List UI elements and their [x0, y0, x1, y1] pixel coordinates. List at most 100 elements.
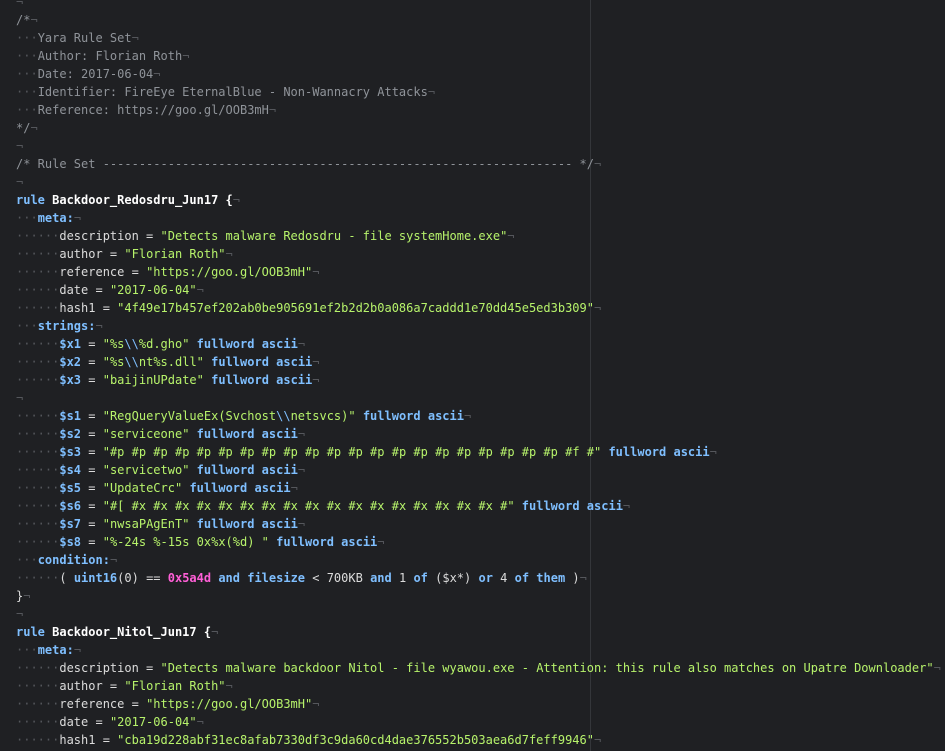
- code-line[interactable]: ······hash1 = "cba19d228abf31ec8afab7330…: [0, 731, 945, 749]
- whitespace-marker: ······: [16, 283, 60, 297]
- code-keyword: and filesize: [211, 571, 306, 585]
- code-line[interactable]: ···meta:¬: [0, 641, 945, 659]
- code-line[interactable]: ······$s3 = "#p #p #p #p #p #p #p #p #p …: [0, 443, 945, 461]
- code-line[interactable]: ···Author: Florian Roth¬: [0, 47, 945, 65]
- whitespace-marker: ······: [16, 355, 60, 369]
- code-line[interactable]: ¬: [0, 137, 945, 155]
- code-text: (: [59, 571, 74, 585]
- code-keyword: fullword ascii: [355, 409, 464, 423]
- eol-marker: ¬: [268, 103, 277, 117]
- code-line[interactable]: /* Rule Set ----------------------------…: [0, 155, 945, 173]
- code-text: < 700KB: [305, 571, 371, 585]
- code-comment: Author: Florian Roth: [37, 49, 183, 63]
- code-keyword: fullword ascii: [203, 355, 313, 369]
- code-line[interactable]: ¬: [0, 0, 945, 11]
- code-keyword: or: [478, 571, 493, 585]
- code-string: "2017-06-04": [109, 283, 197, 297]
- code-line[interactable]: ···strings:¬: [0, 317, 945, 335]
- code-text: =: [81, 535, 103, 549]
- code-line[interactable]: ¬: [0, 389, 945, 407]
- code-line[interactable]: ···Date: 2017-06-04¬: [0, 65, 945, 83]
- code-text: description =: [59, 229, 161, 243]
- code-line[interactable]: ······$s2 = "serviceone" fullword ascii¬: [0, 425, 945, 443]
- code-text: =: [81, 481, 103, 495]
- code-variable: $s7: [59, 517, 82, 531]
- code-line[interactable]: ······$s7 = "nwsaPAgEnT" fullword ascii¬: [0, 515, 945, 533]
- code-line[interactable]: ······$x2 = "%s\\nt%s.dll" fullword asci…: [0, 353, 945, 371]
- whitespace-marker: ···: [16, 553, 38, 567]
- whitespace-marker: ······: [16, 337, 60, 351]
- code-line[interactable]: ······$s1 = "RegQueryValueEx(Svchost\\ne…: [0, 407, 945, 425]
- eol-marker: ¬: [297, 337, 306, 351]
- code-line[interactable]: ···condition:¬: [0, 551, 945, 569]
- code-line[interactable]: */¬: [0, 119, 945, 137]
- code-editor[interactable]: ¬/*¬ ···Yara Rule Set¬ ···Author: Florian …: [0, 0, 945, 751]
- code-line[interactable]: ······$s6 = "#[ #x #x #x #x #x #x #x #x …: [0, 497, 945, 515]
- code-comment: Identifier: FireEye EternalBlue - Non-Wa…: [37, 85, 428, 99]
- whitespace-marker: ······: [16, 373, 60, 387]
- code-line[interactable]: ······author = "Florian Roth"¬: [0, 677, 945, 695]
- code-string: "Florian Roth": [124, 679, 226, 693]
- code-string: "%-24s %-15s 0x%x(%d) ": [102, 535, 269, 549]
- whitespace-marker: ······: [16, 715, 60, 729]
- code-string: "Florian Roth": [124, 247, 226, 261]
- code-line[interactable]: ······hash1 = "4f49e17b457ef202ab0be9056…: [0, 299, 945, 317]
- code-rule-name: Backdoor_Redosdru_Jun17 {: [44, 193, 233, 207]
- code-line[interactable]: ···Yara Rule Set¬: [0, 29, 945, 47]
- code-line[interactable]: ······$s8 = "%-24s %-15s 0x%x(%d) " full…: [0, 533, 945, 551]
- code-string: "2017-06-04": [109, 715, 197, 729]
- code-text: =: [81, 427, 103, 441]
- eol-marker: ¬: [30, 121, 38, 135]
- code-line[interactable]: ······reference = "https://goo.gl/OOB3mH…: [0, 263, 945, 281]
- eol-marker: ¬: [427, 85, 436, 99]
- code-escape: \\: [124, 337, 139, 351]
- code-line[interactable]: ···Identifier: FireEye EternalBlue - Non…: [0, 83, 945, 101]
- code-line[interactable]: ······$x1 = "%s\\%d.gho" fullword ascii¬: [0, 335, 945, 353]
- code-number: 0x5a4d: [167, 571, 212, 585]
- eol-marker: ¬: [933, 661, 941, 675]
- code-text: =: [81, 463, 103, 477]
- code-text: author =: [59, 247, 125, 261]
- code-line[interactable]: ···meta:¬: [0, 209, 945, 227]
- code-variable: $s3: [59, 445, 82, 459]
- code-text: =: [81, 409, 103, 423]
- eol-marker: ¬: [622, 499, 631, 513]
- code-string: "#[ #x #x #x #x #x #x #x #x #x #x #x #x …: [102, 499, 515, 513]
- code-string: "RegQueryValueEx(Svchost: [102, 409, 277, 423]
- eol-marker: ¬: [593, 733, 602, 747]
- code-text: hash1 =: [59, 301, 118, 315]
- code-string: "servicetwo": [102, 463, 190, 477]
- code-text: =: [81, 337, 103, 351]
- code-keyword: uint16: [73, 571, 118, 585]
- code-line[interactable]: ¬: [0, 173, 945, 191]
- eol-marker: ¬: [463, 409, 472, 423]
- code-string: "cba19d228abf31ec8afab7330df3c9da60cd4da…: [117, 733, 594, 747]
- code-variable: $s4: [59, 463, 82, 477]
- code-string: "#p #p #p #p #p #p #p #p #p #p #p #p #p …: [102, 445, 602, 459]
- code-line[interactable]: ······date = "2017-06-04"¬: [0, 713, 945, 731]
- whitespace-marker: ······: [16, 517, 60, 531]
- code-string: "https://goo.gl/OOB3mH": [146, 697, 313, 711]
- code-line[interactable]: ······date = "2017-06-04"¬: [0, 281, 945, 299]
- code-line[interactable]: ¬: [0, 605, 945, 623]
- code-line[interactable]: ······description = "Detects malware Red…: [0, 227, 945, 245]
- code-line[interactable]: ······description = "Detects malware bac…: [0, 659, 945, 677]
- eol-marker: ¬: [73, 643, 82, 657]
- code-line[interactable]: ······author = "Florian Roth"¬: [0, 245, 945, 263]
- whitespace-marker: ······: [16, 229, 60, 243]
- code-line[interactable]: /*¬: [0, 11, 945, 29]
- whitespace-marker: ···: [16, 103, 38, 117]
- code-line[interactable]: ······$x3 = "baijinUPdate" fullword asci…: [0, 371, 945, 389]
- code-line[interactable]: ······$s5 = "UpdateCrc" fullword ascii¬: [0, 479, 945, 497]
- code-line[interactable]: ······( uint16(0) == 0x5a4d and filesize…: [0, 569, 945, 587]
- code-line[interactable]: rule Backdoor_Redosdru_Jun17 {¬: [0, 191, 945, 209]
- code-line[interactable]: ···Reference: https://goo.gl/OOB3mH¬: [0, 101, 945, 119]
- code-text: date =: [59, 715, 110, 729]
- eol-marker: ¬: [377, 535, 385, 549]
- code-line[interactable]: ······reference = "https://goo.gl/OOB3mH…: [0, 695, 945, 713]
- code-line[interactable]: ······$s4 = "servicetwo" fullword ascii¬: [0, 461, 945, 479]
- eol-marker: ¬: [16, 607, 24, 621]
- eol-marker: ¬: [196, 283, 204, 297]
- code-line[interactable]: rule Backdoor_Nitol_Jun17 {¬: [0, 623, 945, 641]
- code-line[interactable]: }¬: [0, 587, 945, 605]
